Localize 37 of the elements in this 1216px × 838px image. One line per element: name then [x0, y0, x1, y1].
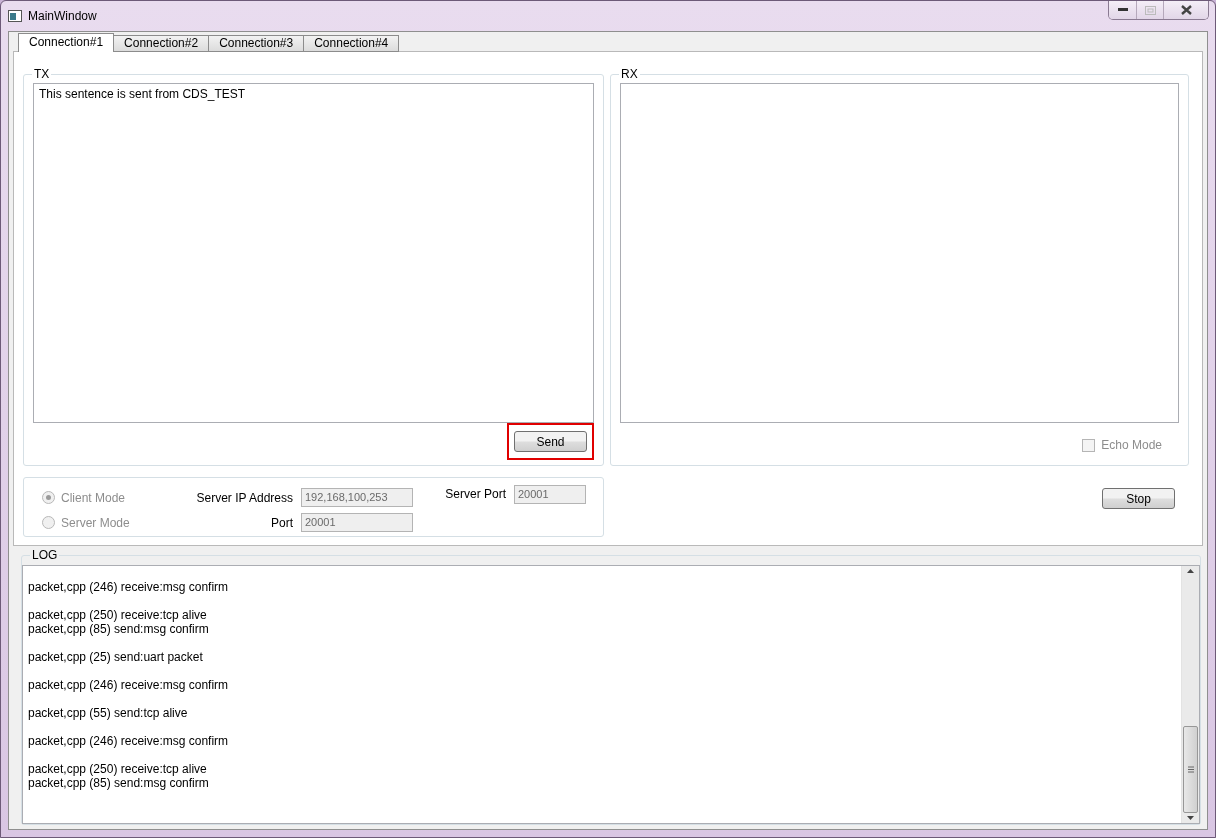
group-title: LOG — [30, 548, 60, 562]
scroll-thumb[interactable] — [1183, 726, 1198, 813]
app-icon — [8, 10, 22, 22]
field-label: Server Port — [444, 486, 507, 501]
log-line: packet,cpp (250) receive:tcp alive — [28, 762, 208, 776]
tab[interactable]: Connection#2 — [113, 35, 210, 52]
field-label: Port — [270, 515, 294, 530]
tab[interactable]: Connection#3 — [208, 35, 305, 52]
stop-button[interactable]: Stop — [1102, 488, 1175, 509]
radio-label: Client Mode — [61, 490, 126, 505]
text-area[interactable]: This sentence is sent from CDS_TEST — [33, 83, 594, 423]
tab[interactable]: Connection#4 — [303, 35, 400, 52]
minimize-button[interactable] — [1109, 1, 1136, 19]
log-line: packet,cpp (246) receive:msg confirm — [28, 734, 230, 748]
log-line: packet,cpp (55) send:tcp alive — [28, 706, 189, 720]
close-button[interactable] — [1163, 1, 1208, 19]
log-line: packet,cpp (246) receive:msg confirm — [28, 678, 230, 692]
grip-icon — [1187, 766, 1194, 773]
scroll-down-icon — [1187, 816, 1194, 820]
log-line: packet,cpp (25) send:uart packet — [28, 650, 204, 664]
send-button[interactable]: Send — [514, 431, 587, 452]
log-line: packet,cpp (250) receive:tcp alive — [28, 608, 208, 622]
maximize-icon — [1144, 5, 1156, 15]
field-label: Server IP Address — [195, 490, 294, 505]
log-line: packet,cpp (85) send:msg confirm — [28, 776, 210, 790]
group-title: RX — [619, 67, 640, 81]
tab[interactable]: Connection#1 — [18, 33, 115, 52]
close-icon — [1180, 5, 1192, 15]
scroll-up-icon — [1187, 569, 1194, 573]
log-line: packet,cpp (246) receive:msg confirm — [28, 580, 230, 594]
minimize-icon — [1117, 8, 1128, 12]
window-title: MainWindow — [28, 9, 98, 23]
scrollbar[interactable] — [1181, 566, 1199, 823]
checkbox-label: Echo Mode — [1101, 438, 1162, 452]
log-line: packet,cpp (85) send:msg confirm — [28, 622, 210, 636]
group-title: TX — [32, 67, 52, 81]
radio-label: Server Mode — [61, 515, 130, 530]
